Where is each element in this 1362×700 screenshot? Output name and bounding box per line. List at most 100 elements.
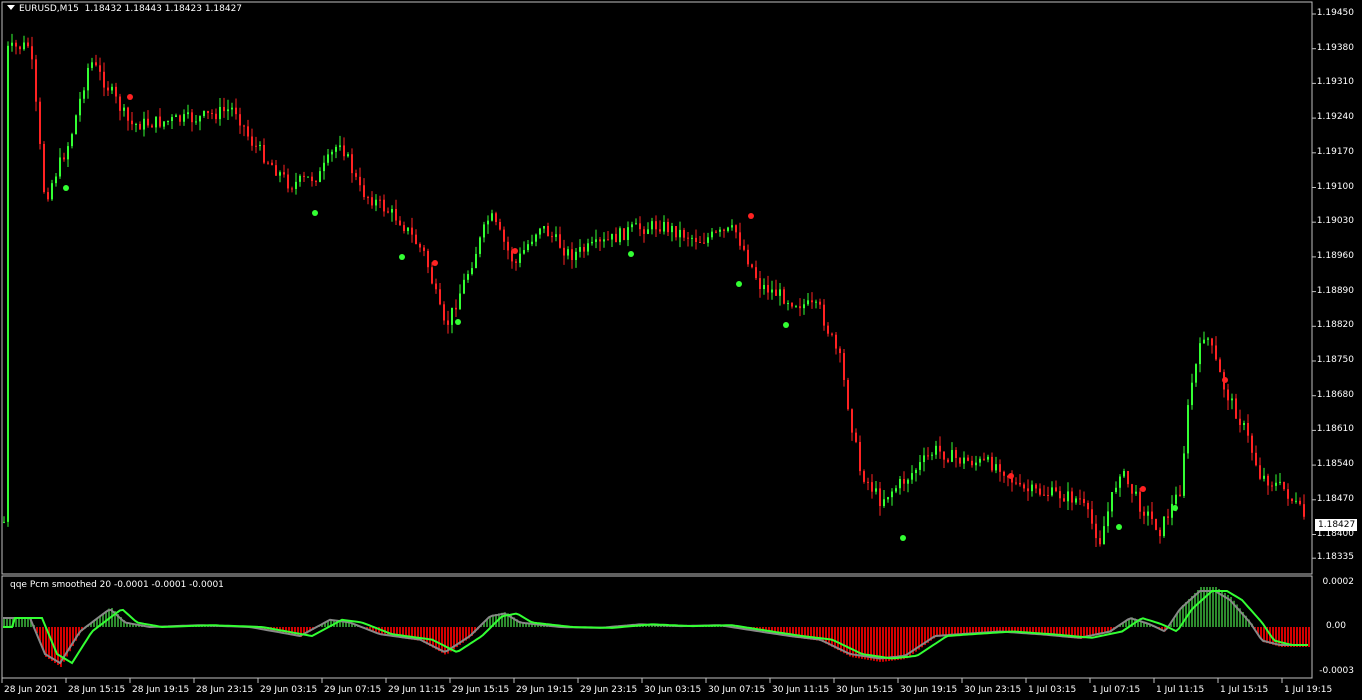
candle-body	[1167, 516, 1169, 518]
chevron-down-icon[interactable]	[7, 5, 15, 10]
candle-body	[1019, 482, 1021, 485]
candle-body	[827, 325, 829, 334]
candle-body	[1003, 471, 1005, 476]
histogram-bar	[441, 627, 443, 653]
candle-body	[883, 499, 885, 507]
chart-title: EURUSD,M15 1.18432 1.18443 1.18423 1.184…	[7, 4, 242, 14]
candle-body	[263, 144, 265, 163]
histogram-bar	[897, 627, 899, 660]
candle-body	[223, 106, 225, 112]
histogram-bar	[840, 627, 842, 652]
candle-body	[7, 45, 9, 522]
histogram-bar	[891, 627, 893, 661]
candle-body	[683, 229, 685, 238]
candle-body	[611, 233, 613, 240]
candle-body	[1023, 484, 1025, 489]
candle-body	[1071, 491, 1073, 503]
candle-body	[771, 289, 773, 293]
price-tick-label: 1.18960	[1316, 250, 1354, 261]
price-tick-label: 1.18750	[1316, 355, 1354, 365]
candle-body	[1095, 523, 1097, 539]
candle-body	[887, 497, 889, 500]
candle-body	[103, 71, 105, 88]
time-tick-label: 1 Jul 03:15	[1028, 685, 1077, 695]
candle-body	[279, 172, 281, 176]
candle-body	[343, 145, 345, 157]
candle-body	[323, 162, 325, 172]
candle-body	[983, 458, 985, 460]
time-tick-label: 29 Jun 15:15	[452, 685, 510, 695]
candle-body	[747, 249, 749, 265]
candle-body	[1119, 476, 1121, 488]
candle-body	[111, 86, 113, 91]
candle-body	[891, 491, 893, 498]
candle-body	[287, 174, 289, 189]
time-tick-label: 30 Jun 15:15	[836, 685, 894, 695]
current-price-tag: 1.18427	[1315, 519, 1357, 531]
candle-body	[531, 241, 533, 245]
price-tick-label: 1.19380	[1316, 42, 1354, 53]
candle-body	[1247, 423, 1249, 436]
candle-body	[839, 348, 841, 354]
candle-body	[1303, 504, 1305, 517]
time-tick-label: 29 Jun 11:15	[388, 685, 446, 695]
time-tick-label: 30 Jun 11:15	[772, 685, 830, 695]
candle-body	[711, 231, 713, 238]
candle-body	[1291, 498, 1293, 501]
candle-body	[803, 304, 805, 309]
candle-body	[239, 114, 241, 126]
candle-body	[175, 115, 177, 118]
candle-body	[195, 121, 197, 123]
histogram-bar	[837, 627, 839, 651]
candle-body	[1243, 423, 1245, 425]
candle-body	[207, 111, 209, 113]
candle-body	[751, 264, 753, 268]
candle-body	[663, 221, 665, 232]
candle-body	[339, 145, 341, 147]
histogram-bar	[834, 627, 836, 649]
candle-body	[559, 234, 561, 248]
histogram-bar	[888, 627, 890, 662]
signal-dot	[1172, 505, 1178, 511]
candle-body	[1203, 339, 1205, 344]
histogram-bar	[432, 627, 434, 648]
candle-body	[115, 86, 117, 97]
time-tick-label: 1 Jul 15:15	[1220, 685, 1269, 695]
candle-body	[155, 116, 157, 128]
candle-body	[563, 247, 565, 256]
candle-body	[679, 229, 681, 238]
histogram-bar	[903, 627, 905, 660]
candle-body	[1207, 338, 1209, 340]
candle-body	[299, 175, 301, 182]
candle-body	[647, 229, 649, 234]
candle-body	[1079, 498, 1081, 500]
candle-body	[1099, 538, 1101, 545]
candle-body	[1239, 418, 1241, 425]
candle-body	[895, 488, 897, 492]
candle-body	[947, 459, 949, 462]
candle-body	[1135, 491, 1137, 494]
candle-body	[551, 236, 553, 238]
candle-body	[735, 225, 737, 233]
candle-body	[1211, 338, 1213, 346]
candle-body	[1267, 475, 1269, 486]
candle-body	[659, 229, 661, 232]
candle-body	[591, 241, 593, 244]
time-tick-label: 1 Jul 11:15	[1156, 685, 1205, 695]
candle-body	[275, 165, 277, 176]
candle-body	[491, 213, 493, 221]
candle-body	[1187, 405, 1189, 454]
chart-canvas[interactable]	[0, 0, 1362, 700]
candle-body	[963, 457, 965, 464]
candle-body	[579, 247, 581, 252]
candle-body	[163, 121, 165, 127]
candle-body	[1283, 481, 1285, 490]
candle-body	[743, 245, 745, 250]
candle-body	[643, 229, 645, 234]
candle-body	[867, 481, 869, 483]
candle-body	[191, 112, 193, 123]
candle-body	[67, 146, 69, 160]
price-tick-label: 1.18610	[1316, 424, 1354, 435]
candle-body	[755, 267, 757, 279]
candle-body	[415, 234, 417, 244]
